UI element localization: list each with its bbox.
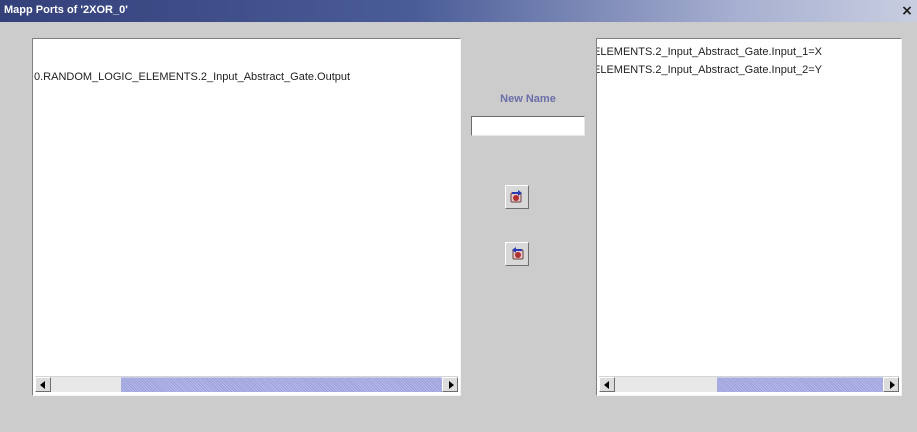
horizontal-scrollbar[interactable] bbox=[35, 376, 458, 392]
titlebar[interactable]: Mapp Ports of '2XOR_0' × bbox=[0, 0, 917, 22]
new-name-label: New Name bbox=[500, 93, 556, 105]
close-button[interactable]: × bbox=[899, 3, 915, 19]
arrow-left-icon bbox=[40, 381, 45, 389]
list-item[interactable]: ELEMENTS.2_Input_Abstract_Gate.Input_2=Y bbox=[597, 64, 822, 76]
map-port-button[interactable] bbox=[505, 185, 529, 209]
window-title: Mapp Ports of '2XOR_0' bbox=[4, 4, 128, 16]
input-ports-list-area: ELEMENTS.2_Input_Abstract_Gate.Input_1=X… bbox=[597, 39, 901, 375]
unmap-port-button[interactable] bbox=[505, 242, 529, 266]
scroll-left-button[interactable] bbox=[599, 377, 615, 392]
output-ports-list[interactable]: 0.RANDOM_LOGIC_ELEMENTS.2_Input_Abstract… bbox=[32, 38, 461, 396]
horizontal-scrollbar[interactable] bbox=[599, 376, 899, 392]
list-item[interactable]: 0.RANDOM_LOGIC_ELEMENTS.2_Input_Abstract… bbox=[34, 71, 350, 83]
arrow-left-icon bbox=[604, 381, 609, 389]
mapp-ports-dialog: Mapp Ports of '2XOR_0' × 0.RANDOM_LOGIC_… bbox=[0, 0, 917, 432]
scroll-track[interactable] bbox=[615, 377, 883, 392]
scroll-thumb[interactable] bbox=[121, 377, 442, 392]
input-ports-list[interactable]: ELEMENTS.2_Input_Abstract_Gate.Input_1=X… bbox=[596, 38, 902, 396]
scroll-left-button[interactable] bbox=[35, 377, 51, 392]
map-port-icon bbox=[510, 190, 522, 203]
output-ports-list-area: 0.RANDOM_LOGIC_ELEMENTS.2_Input_Abstract… bbox=[33, 39, 460, 375]
scroll-thumb[interactable] bbox=[717, 377, 883, 392]
arrow-right-icon bbox=[890, 381, 895, 389]
arrow-right-icon bbox=[449, 381, 454, 389]
scroll-right-button[interactable] bbox=[883, 377, 899, 392]
list-item[interactable]: ELEMENTS.2_Input_Abstract_Gate.Input_1=X bbox=[597, 46, 822, 58]
new-name-input[interactable] bbox=[471, 116, 585, 136]
unmap-port-icon bbox=[512, 247, 524, 260]
scroll-track[interactable] bbox=[51, 377, 442, 392]
scroll-right-button[interactable] bbox=[442, 377, 458, 392]
